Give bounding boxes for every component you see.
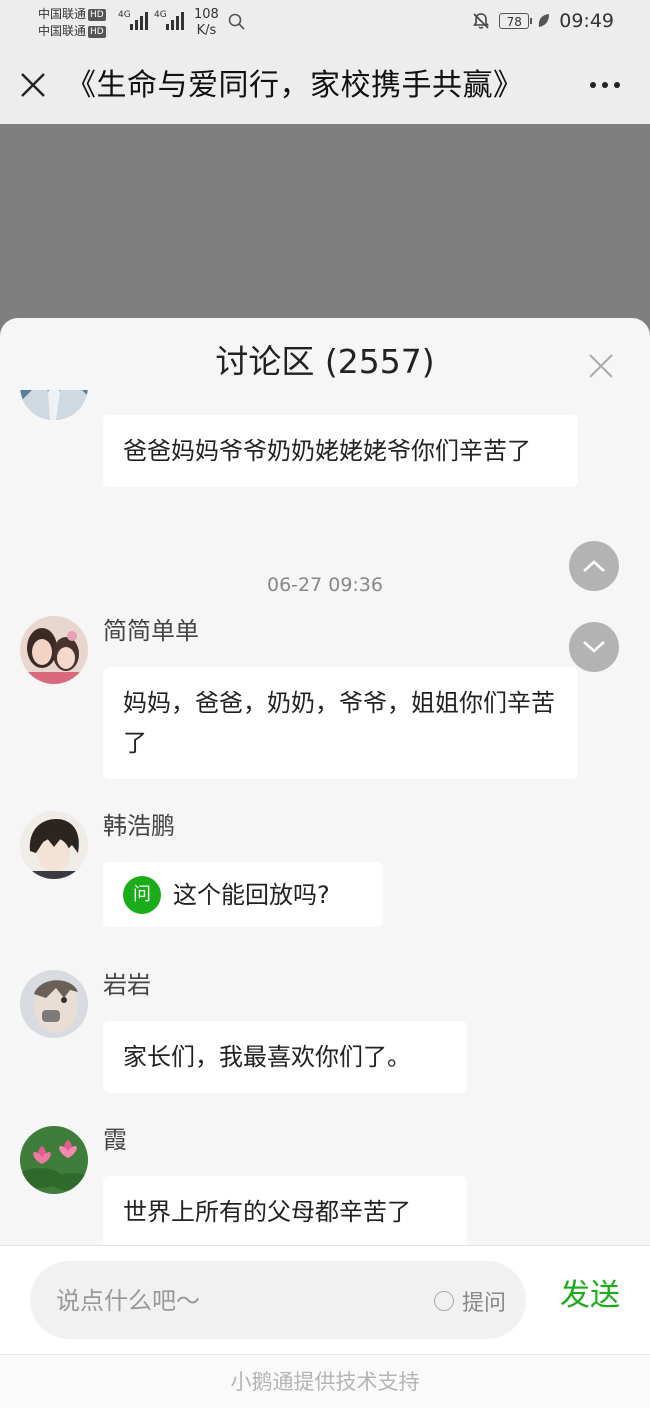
sender-name: 霞 — [103, 1126, 127, 1154]
avatar[interactable] — [20, 390, 88, 420]
scroll-down-button[interactable] — [569, 622, 619, 672]
chevron-down-icon — [583, 641, 605, 653]
message-bubble: 世界上所有的父母都辛苦了 — [103, 1176, 467, 1245]
page-title: 《生命与爱同行，家校携手共赢》 — [66, 68, 524, 103]
sender-name: 岩岩 — [103, 971, 151, 999]
scroll-up-button[interactable] — [569, 541, 619, 591]
hd-badge-1: HD — [88, 9, 106, 21]
bell-off-icon — [473, 13, 490, 29]
comment-input[interactable] — [54, 1261, 398, 1341]
hd-badge-2: HD — [88, 26, 106, 38]
avatar[interactable] — [20, 811, 88, 879]
more-icon[interactable] — [590, 82, 620, 88]
message-text: 这个能回放吗? — [173, 881, 330, 909]
ask-question-toggle[interactable]: 提问 — [433, 1285, 506, 1317]
carrier-info: 中国联通 HD 中国联通 HD — [38, 6, 106, 40]
network-speed: 108 K/s — [194, 7, 219, 38]
message-list[interactable]: 爸爸妈妈爷爷奶奶姥姥姥爷你们辛苦了 06-27 09:36 简简单单 妈妈，爸爸… — [0, 390, 650, 1245]
comment-input-wrapper: 提问 — [30, 1261, 526, 1341]
title-bar: 《生命与爱同行，家校携手共赢》 — [0, 46, 650, 124]
message-text: 世界上所有的父母都辛苦了 — [123, 1198, 411, 1226]
message-bubble: 家长们，我最喜欢你们了。 — [103, 1021, 467, 1093]
comment-input-bar: 提问 发送 — [0, 1245, 650, 1354]
powered-by-footer: 小鹅通提供技术支持 — [0, 1354, 650, 1408]
send-button[interactable]: 发送 — [560, 1276, 620, 1316]
message-bubble: 妈妈，爸爸，奶奶，爷爷，姐姐你们辛苦了 — [103, 667, 578, 779]
close-icon[interactable] — [20, 72, 46, 98]
battery-icon: 78 — [499, 13, 533, 29]
avatar[interactable] — [20, 970, 88, 1038]
message-text: 妈妈，爸爸，奶奶，爷爷，姐姐你们辛苦了 — [123, 689, 555, 757]
ask-radio-icon[interactable] — [433, 1291, 454, 1311]
avatar[interactable] — [20, 1126, 88, 1194]
carrier-1: 中国联通 — [38, 7, 87, 21]
status-right: 78 09:49 — [471, 10, 614, 32]
video-area[interactable] — [0, 124, 650, 344]
sender-name: 韩浩鹏 — [103, 812, 175, 840]
clock: 09:49 — [559, 10, 614, 32]
message-text: 爸爸妈妈爷爷奶奶姥姥姥爷你们辛苦了 — [123, 437, 531, 465]
ask-label: 提问 — [461, 1291, 506, 1316]
avatar[interactable] — [20, 616, 88, 684]
search-icon — [228, 13, 245, 30]
message-bubble: 爸爸妈妈爷爷奶奶姥姥姥爷你们辛苦了 — [103, 415, 578, 487]
leaf-icon — [539, 14, 550, 27]
question-badge: 问 — [123, 876, 161, 914]
message-text: 家长们，我最喜欢你们了。 — [123, 1043, 411, 1071]
chevron-up-icon — [583, 560, 605, 572]
sender-name: 简简单单 — [103, 617, 199, 645]
message-bubble: 问这个能回放吗? — [103, 862, 383, 927]
discussion-panel: 讨论区 (2557) 爸爸妈妈爷爷奶奶姥姥姥爷你们辛苦了 06-27 09:36 — [0, 318, 650, 1408]
status-bar: 中国联通 HD 中国联通 HD 4G 4G 108 K/s 78 09:49 — [0, 0, 650, 46]
close-panel-icon[interactable] — [588, 353, 614, 379]
carrier-2: 中国联通 — [38, 24, 87, 38]
discussion-title: 讨论区 (2557) — [215, 342, 435, 381]
message-timestamp: 06-27 09:36 — [266, 574, 383, 596]
